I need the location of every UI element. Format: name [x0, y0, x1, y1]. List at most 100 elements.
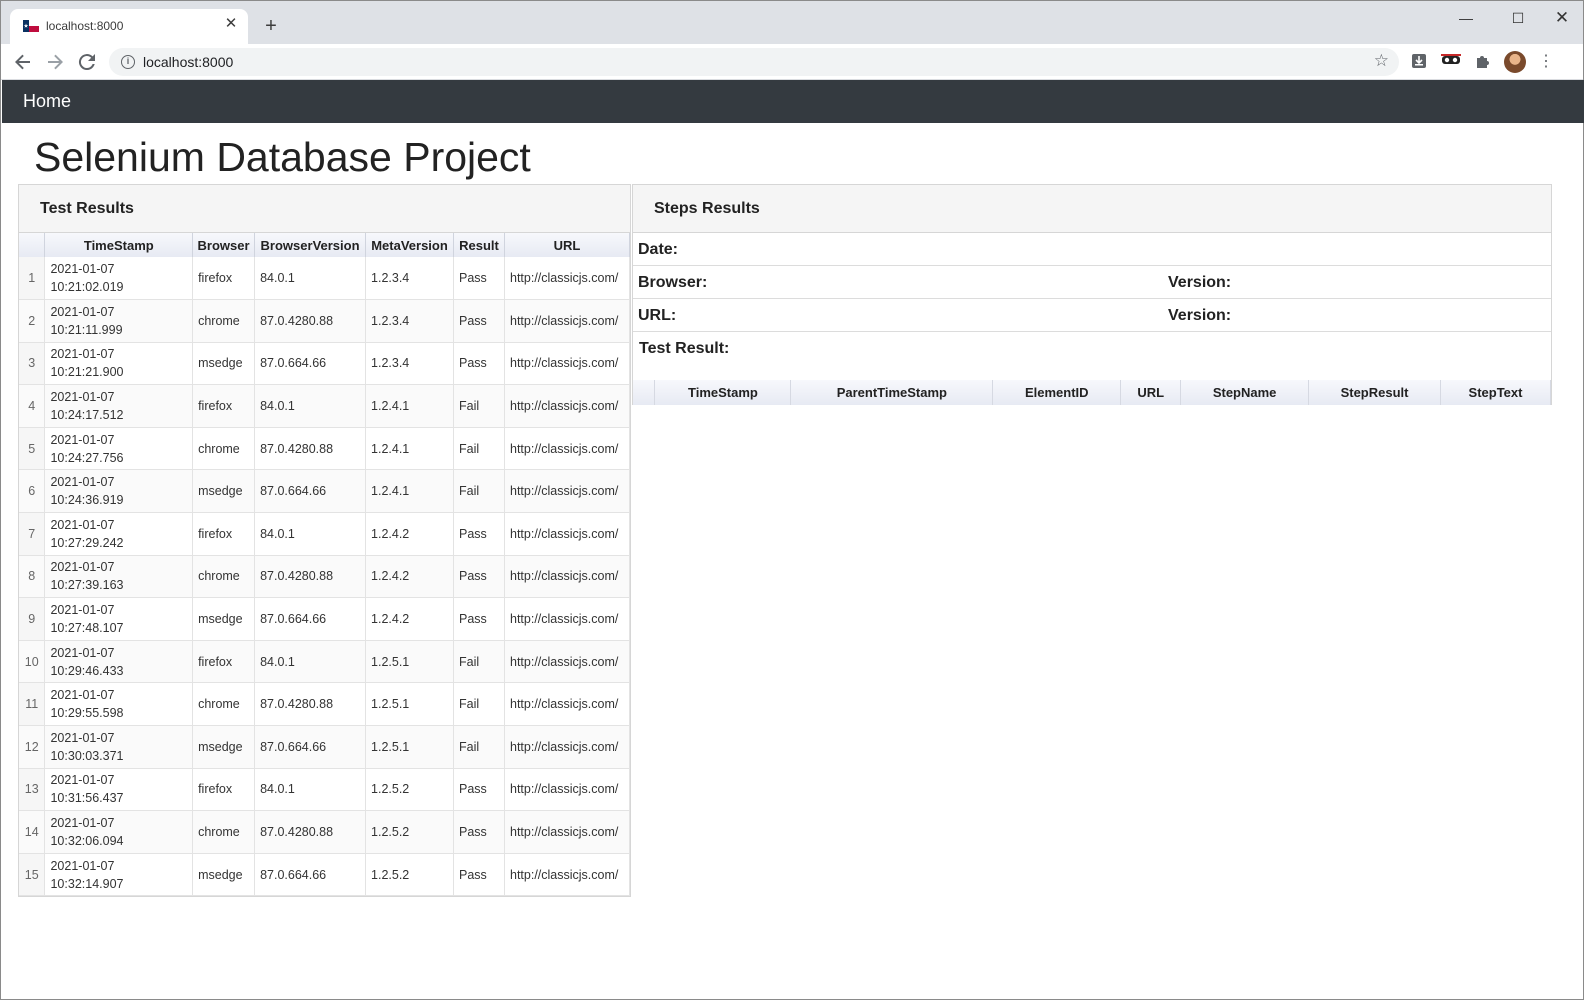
browser-cell: msedge — [192, 725, 256, 769]
timestamp-date: 2021-01-07 — [50, 347, 115, 362]
close-tab-icon[interactable]: ✕ — [223, 16, 239, 32]
timestamp-date: 2021-01-07 — [50, 304, 115, 319]
test-results-panel: Test Results TimeStamp Browser BrowserVers… — [18, 184, 631, 897]
table-row[interactable]: 11 2021-01-07 10:29:55.598 chrome 87.0.4280.… — [19, 682, 630, 727]
steps-col-url-header[interactable]: URL — [1120, 380, 1182, 405]
steps-col-parenttimestamp-header[interactable]: ParentTimeStamp — [790, 380, 994, 405]
steps-col-rownum-header[interactable] — [633, 380, 656, 405]
menu-dots-icon[interactable]: ⋮ — [1536, 52, 1556, 72]
table-row[interactable]: 15 2021-01-07 10:32:14.907 msedge 87.0.664.6… — [19, 853, 630, 897]
maximize-button[interactable]: ☐ — [1501, 5, 1535, 31]
col-timestamp-header[interactable]: TimeStamp — [44, 233, 194, 257]
table-row[interactable]: 3 2021-01-07 10:21:21.900 msedge 87.0.664.66… — [19, 342, 630, 386]
meta-version-cell: 1.2.5.2 — [365, 810, 455, 854]
result-cell: Fail — [453, 384, 505, 428]
close-window-button[interactable]: ✕ — [1545, 5, 1579, 31]
table-row[interactable]: 14 2021-01-07 10:32:06.094 chrome 87.0.4280.… — [19, 810, 630, 854]
nav-home-link[interactable]: Home — [23, 91, 71, 112]
table-header-row: TimeStamp Browser BrowserVersion MetaVersio… — [19, 233, 630, 257]
new-tab-button[interactable]: + — [260, 15, 282, 37]
col-rownum-header[interactable] — [19, 233, 46, 257]
row-number-cell: 15 — [19, 853, 46, 897]
url-cell: http://classicjs.com/ — [504, 469, 630, 514]
address-bar[interactable]: i localhost:8000 ☆ — [109, 48, 1399, 76]
browser-version-label: Version: — [1168, 274, 1232, 291]
table-row[interactable]: 1 2021-01-07 10:21:02.019 firefox 84.0.1 1.2.… — [19, 257, 630, 301]
forward-arrow-icon[interactable] — [43, 50, 67, 74]
timestamp-date: 2021-01-07 — [50, 858, 115, 873]
info-icon[interactable]: i — [121, 55, 135, 69]
browser-version-cell: 87.0.664.66 — [254, 597, 367, 641]
timestamp-time: 10:29:55.598 — [50, 706, 124, 721]
steps-col-steptext-header[interactable]: StepText — [1440, 380, 1551, 405]
timestamp-date: 2021-01-07 — [50, 688, 115, 703]
meta-version-cell: 1.2.4.1 — [365, 469, 455, 514]
browser-version-cell: 87.0.664.66 — [254, 342, 367, 386]
result-cell: Pass — [453, 810, 505, 854]
steps-results-heading: Steps Results — [633, 185, 1551, 233]
meta-version-cell: 1.2.3.4 — [365, 257, 455, 301]
browser-cell: msedge — [192, 342, 256, 386]
timestamp-date: 2021-01-07 — [50, 816, 115, 831]
test-results-table: TimeStamp Browser BrowserVersion MetaVersio… — [19, 233, 630, 897]
browser-cell: msedge — [192, 597, 256, 641]
puzzle-icon[interactable] — [1473, 52, 1493, 72]
browser-version-cell: 84.0.1 — [254, 384, 367, 428]
address-text[interactable]: localhost:8000 — [143, 54, 233, 70]
download-icon[interactable] — [1409, 52, 1429, 72]
table-body: 1 2021-01-07 10:21:02.019 firefox 84.0.1 1.2.… — [19, 257, 630, 897]
table-row[interactable]: 7 2021-01-07 10:27:29.242 firefox 84.0.1 1.2.… — [19, 512, 630, 556]
minimize-button[interactable]: — — [1449, 5, 1483, 31]
meta-version-cell: 1.2.4.1 — [365, 427, 455, 471]
row-number-cell: 5 — [19, 427, 46, 471]
col-result-header[interactable]: Result — [453, 233, 505, 257]
browser-toolbar: i localhost:8000 ☆ — [1, 44, 1583, 80]
browser-version-cell: 87.0.4280.88 — [254, 555, 367, 599]
table-row[interactable]: 6 2021-01-07 10:24:36.919 msedge 87.0.664.66… — [19, 469, 630, 514]
steps-col-elementid-header[interactable]: ElementID — [992, 380, 1122, 405]
col-metaversion-header[interactable]: MetaVersion — [365, 233, 455, 257]
page-title: Selenium Database Project — [34, 134, 531, 180]
row-number-cell: 1 — [19, 257, 46, 301]
table-row[interactable]: 2 2021-01-07 10:21:11.999 chrome 87.0.4280.8… — [19, 299, 630, 343]
browser-version-cell: 84.0.1 — [254, 512, 367, 556]
timestamp-cell: 2021-01-07 10:32:06.094 — [44, 810, 194, 854]
row-number-cell: 14 — [19, 810, 46, 854]
table-row[interactable]: 12 2021-01-07 10:30:03.371 msedge 87.0.664.6… — [19, 725, 630, 769]
star-icon[interactable]: ☆ — [1374, 51, 1389, 71]
row-number-cell: 9 — [19, 597, 46, 641]
result-cell: Pass — [453, 342, 505, 386]
result-cell: Fail — [453, 640, 505, 684]
mask-icon[interactable] — [1441, 52, 1461, 72]
timestamp-time: 10:31:56.437 — [50, 791, 124, 806]
steps-col-timestamp-header[interactable]: TimeStamp — [654, 380, 792, 405]
browser-version-cell: 87.0.664.66 — [254, 469, 367, 514]
meta-version-cell: 1.2.4.2 — [365, 597, 455, 641]
browser-cell: firefox — [192, 384, 256, 428]
url-version-label: Version: — [1168, 307, 1232, 324]
meta-version-cell: 1.2.4.2 — [365, 555, 455, 599]
url-label: URL: — [638, 307, 677, 324]
table-row[interactable]: 8 2021-01-07 10:27:39.163 chrome 87.0.4280.8… — [19, 555, 630, 599]
result-cell: Pass — [453, 597, 505, 641]
table-row[interactable]: 9 2021-01-07 10:27:48.107 msedge 87.0.664.66… — [19, 597, 630, 641]
steps-col-stepresult-header[interactable]: StepResult — [1308, 380, 1441, 405]
back-arrow-icon[interactable] — [11, 50, 35, 74]
profile-avatar[interactable] — [1504, 51, 1526, 73]
browser-version-cell: 84.0.1 — [254, 768, 367, 812]
browser-cell: firefox — [192, 768, 256, 812]
timestamp-cell: 2021-01-07 10:27:39.163 — [44, 555, 194, 599]
table-row[interactable]: 13 2021-01-07 10:31:56.437 firefox 84.0.1 1.2… — [19, 768, 630, 812]
url-cell: http://classicjs.com/ — [504, 384, 630, 428]
col-browser-header[interactable]: Browser — [192, 233, 256, 257]
table-row[interactable]: 10 2021-01-07 10:29:46.433 firefox 84.0.1 1.2… — [19, 640, 630, 684]
col-browserversion-header[interactable]: BrowserVersion — [254, 233, 367, 257]
browser-tab[interactable]: localhost:8000 ✕ — [10, 9, 248, 44]
steps-col-stepname-header[interactable]: StepName — [1180, 380, 1310, 405]
col-url-header[interactable]: URL — [504, 233, 630, 257]
meta-version-cell: 1.2.3.4 — [365, 342, 455, 386]
reload-icon[interactable] — [75, 50, 99, 74]
timestamp-cell: 2021-01-07 10:27:48.107 — [44, 597, 194, 641]
table-row[interactable]: 5 2021-01-07 10:24:27.756 chrome 87.0.4280.8… — [19, 427, 630, 471]
table-row[interactable]: 4 2021-01-07 10:24:17.512 firefox 84.0.1 1.2.… — [19, 384, 630, 428]
